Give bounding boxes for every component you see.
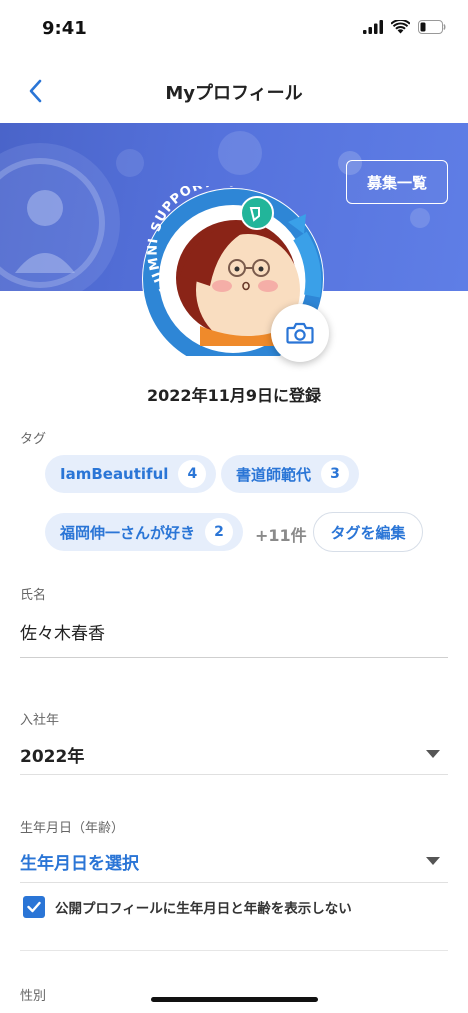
birthday-underline — [20, 882, 448, 883]
hide-birthday-label: 公開プロフィールに生年月日と年齢を表示しない — [55, 901, 352, 917]
join-year-label: 入社年 — [20, 713, 60, 728]
tag-chip-label: 書道師範代 — [236, 465, 312, 484]
tag-chip-count: 3 — [321, 460, 350, 488]
join-year-select[interactable]: 2022年 — [20, 734, 448, 774]
tag-chip-label: IamBeautiful — [60, 465, 169, 483]
edit-tags-button[interactable]: タグを編集 — [313, 512, 423, 552]
section-divider — [20, 950, 448, 951]
wifi-icon — [391, 20, 410, 34]
join-year-underline — [20, 774, 448, 775]
name-label: 氏名 — [20, 588, 47, 603]
birthday-select[interactable]: 生年月日を選択 — [20, 841, 448, 881]
page-title: Myプロフィール — [165, 83, 303, 104]
gender-label: 性別 — [20, 989, 47, 1004]
signal-icon — [363, 20, 383, 34]
name-input[interactable]: 佐々木春香 — [20, 619, 105, 644]
status-bar: 9:41 — [0, 0, 468, 60]
registration-date: 2022年11月9日に登録 — [147, 386, 321, 405]
join-year-value: 2022年 — [20, 747, 85, 767]
caret-down-icon — [426, 750, 440, 758]
birthday-label: 生年月日（年齢） — [20, 821, 125, 836]
change-photo-button[interactable] — [271, 304, 329, 362]
hide-birthday-checkbox[interactable] — [23, 896, 45, 918]
home-indicator — [151, 997, 318, 1002]
tag-chip[interactable]: 福岡伸一さんが好き 2 — [45, 513, 244, 551]
status-icons — [363, 20, 446, 34]
status-time: 9:41 — [42, 18, 87, 39]
tag-chip-count: 4 — [178, 460, 207, 488]
tag-chip-count: 2 — [205, 518, 234, 546]
camera-icon — [286, 322, 314, 344]
recruit-list-button[interactable]: 募集一覧 — [346, 160, 448, 204]
tag-chip-label: 福岡伸一さんが好き — [60, 523, 196, 542]
tags-label: タグ — [20, 432, 47, 447]
name-underline — [20, 657, 448, 658]
tag-chip[interactable]: 書道師範代 3 — [221, 455, 360, 493]
checkmark-icon — [27, 901, 41, 913]
nav-bar: Myプロフィール — [0, 60, 468, 122]
more-tags-count[interactable]: +11件 — [255, 522, 307, 546]
caret-down-icon — [426, 857, 440, 865]
birthday-value: 生年月日を選択 — [20, 854, 139, 874]
tag-chip[interactable]: IamBeautiful 4 — [45, 455, 217, 493]
battery-icon — [418, 20, 446, 34]
